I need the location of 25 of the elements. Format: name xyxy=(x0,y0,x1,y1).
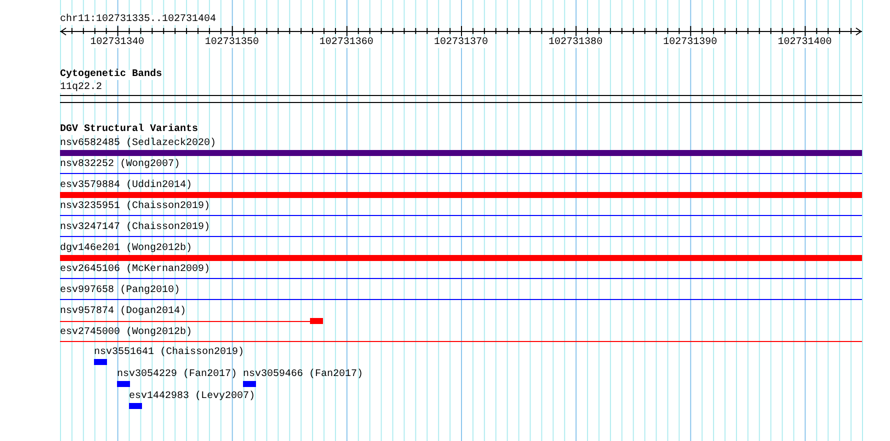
region-label: chr11:102731335..102731404 xyxy=(60,15,216,25)
ruler-tick-label: 102731340 xyxy=(90,38,144,48)
variant-label: nsv6582485 (Sedlazeck2020) xyxy=(60,139,216,149)
band-label: 11q22.2 xyxy=(60,83,102,93)
variant-label: nsv832252 (Wong2007) xyxy=(60,160,180,170)
track-title: Cytogenetic Bands xyxy=(60,70,162,80)
ruler-tick-label: 102731380 xyxy=(548,38,603,48)
variant-label: esv2645106 (McKernan2009) xyxy=(60,265,210,275)
variant-label: esv997658 (Pang2010) xyxy=(60,286,180,296)
variant-label: nsv3247147 (Chaisson2019) xyxy=(60,223,210,233)
variant-label: nsv3054229 (Fan2017) xyxy=(117,370,238,380)
ruler-tick-label: 102731360 xyxy=(319,38,374,48)
variant-label: nsv957874 (Dogan2014) xyxy=(60,307,186,317)
variant-label: nsv3059466 (Fan2017) xyxy=(243,370,364,380)
variant-label: esv1442983 (Levy2007) xyxy=(129,392,256,402)
ruler-tick-label: 102731400 xyxy=(778,38,832,48)
ruler-tick-label: 102731390 xyxy=(663,38,718,48)
ruler-tick-label: 102731350 xyxy=(204,38,259,48)
variant-label: esv3579884 (Uddin2014) xyxy=(60,181,192,191)
variant-label: esv2745000 (Wong2012b) xyxy=(60,328,192,338)
variant-label: nsv3551641 (Chaisson2019) xyxy=(94,348,244,358)
variant-label: dgv146e201 (Wong2012b) xyxy=(60,244,192,254)
variant-label: nsv3235951 (Chaisson2019) xyxy=(60,202,210,212)
ruler-tick-label: 102731370 xyxy=(434,38,488,48)
track-title: DGV Structural Variants xyxy=(60,125,198,135)
